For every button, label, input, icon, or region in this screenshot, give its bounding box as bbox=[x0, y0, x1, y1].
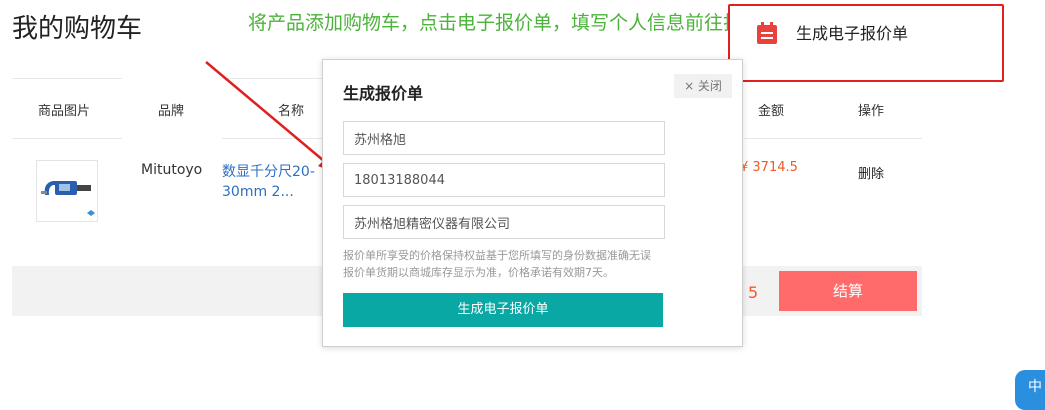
annotation-text: 将产品添加购物车，点击电子报价单，填写个人信息前往打印 bbox=[248, 12, 762, 34]
generate-quote-button[interactable]: 生成电子报价单 bbox=[728, 4, 1004, 82]
header-divider bbox=[12, 138, 122, 139]
modal-title: 生成报价单 bbox=[343, 84, 424, 103]
product-brand: Mitutoyo bbox=[141, 162, 203, 178]
chat-widget-button[interactable]: 中 bbox=[1015, 370, 1045, 410]
header-divider bbox=[744, 138, 922, 139]
checkout-button[interactable]: 结算 bbox=[779, 271, 917, 311]
modal-submit-button[interactable]: 生成电子报价单 bbox=[343, 293, 663, 327]
modal-close-button[interactable]: × 关闭 bbox=[674, 74, 732, 98]
column-header-actions: 操作 bbox=[858, 104, 885, 119]
header-divider bbox=[12, 78, 122, 79]
phone-input[interactable] bbox=[343, 163, 665, 197]
delete-button[interactable]: 删除 bbox=[858, 163, 884, 182]
modal-note-line: 报价单货期以商城库存显示为准，价格承诺有效期7天。 bbox=[343, 266, 614, 279]
modal-note: 报价单所享受的价格保持权益基于您所填写的身份数据准确无误 报价单货期以商城库存显… bbox=[343, 247, 693, 281]
column-header-brand: 品牌 bbox=[158, 104, 185, 119]
micrometer-icon bbox=[41, 181, 95, 216]
product-image[interactable] bbox=[36, 160, 98, 222]
quote-modal: 生成报价单 × 关闭 报价单所享受的价格保持权益基于您所填写的身份数据准确无误 … bbox=[322, 59, 743, 347]
company-short-input[interactable] bbox=[343, 121, 665, 155]
column-header-amount: 金额 bbox=[758, 104, 785, 119]
product-amount: ¥ 3714.5 bbox=[740, 160, 798, 175]
document-icon bbox=[757, 22, 777, 44]
page-title: 我的购物车 bbox=[12, 14, 143, 44]
footer-total: 5 bbox=[748, 283, 759, 302]
generate-quote-label: 生成电子报价单 bbox=[796, 24, 909, 43]
modal-note-line: 报价单所享受的价格保持权益基于您所填写的身份数据准确无误 bbox=[343, 249, 651, 262]
company-full-input[interactable] bbox=[343, 205, 665, 239]
column-header-image: 商品图片 bbox=[38, 104, 91, 119]
